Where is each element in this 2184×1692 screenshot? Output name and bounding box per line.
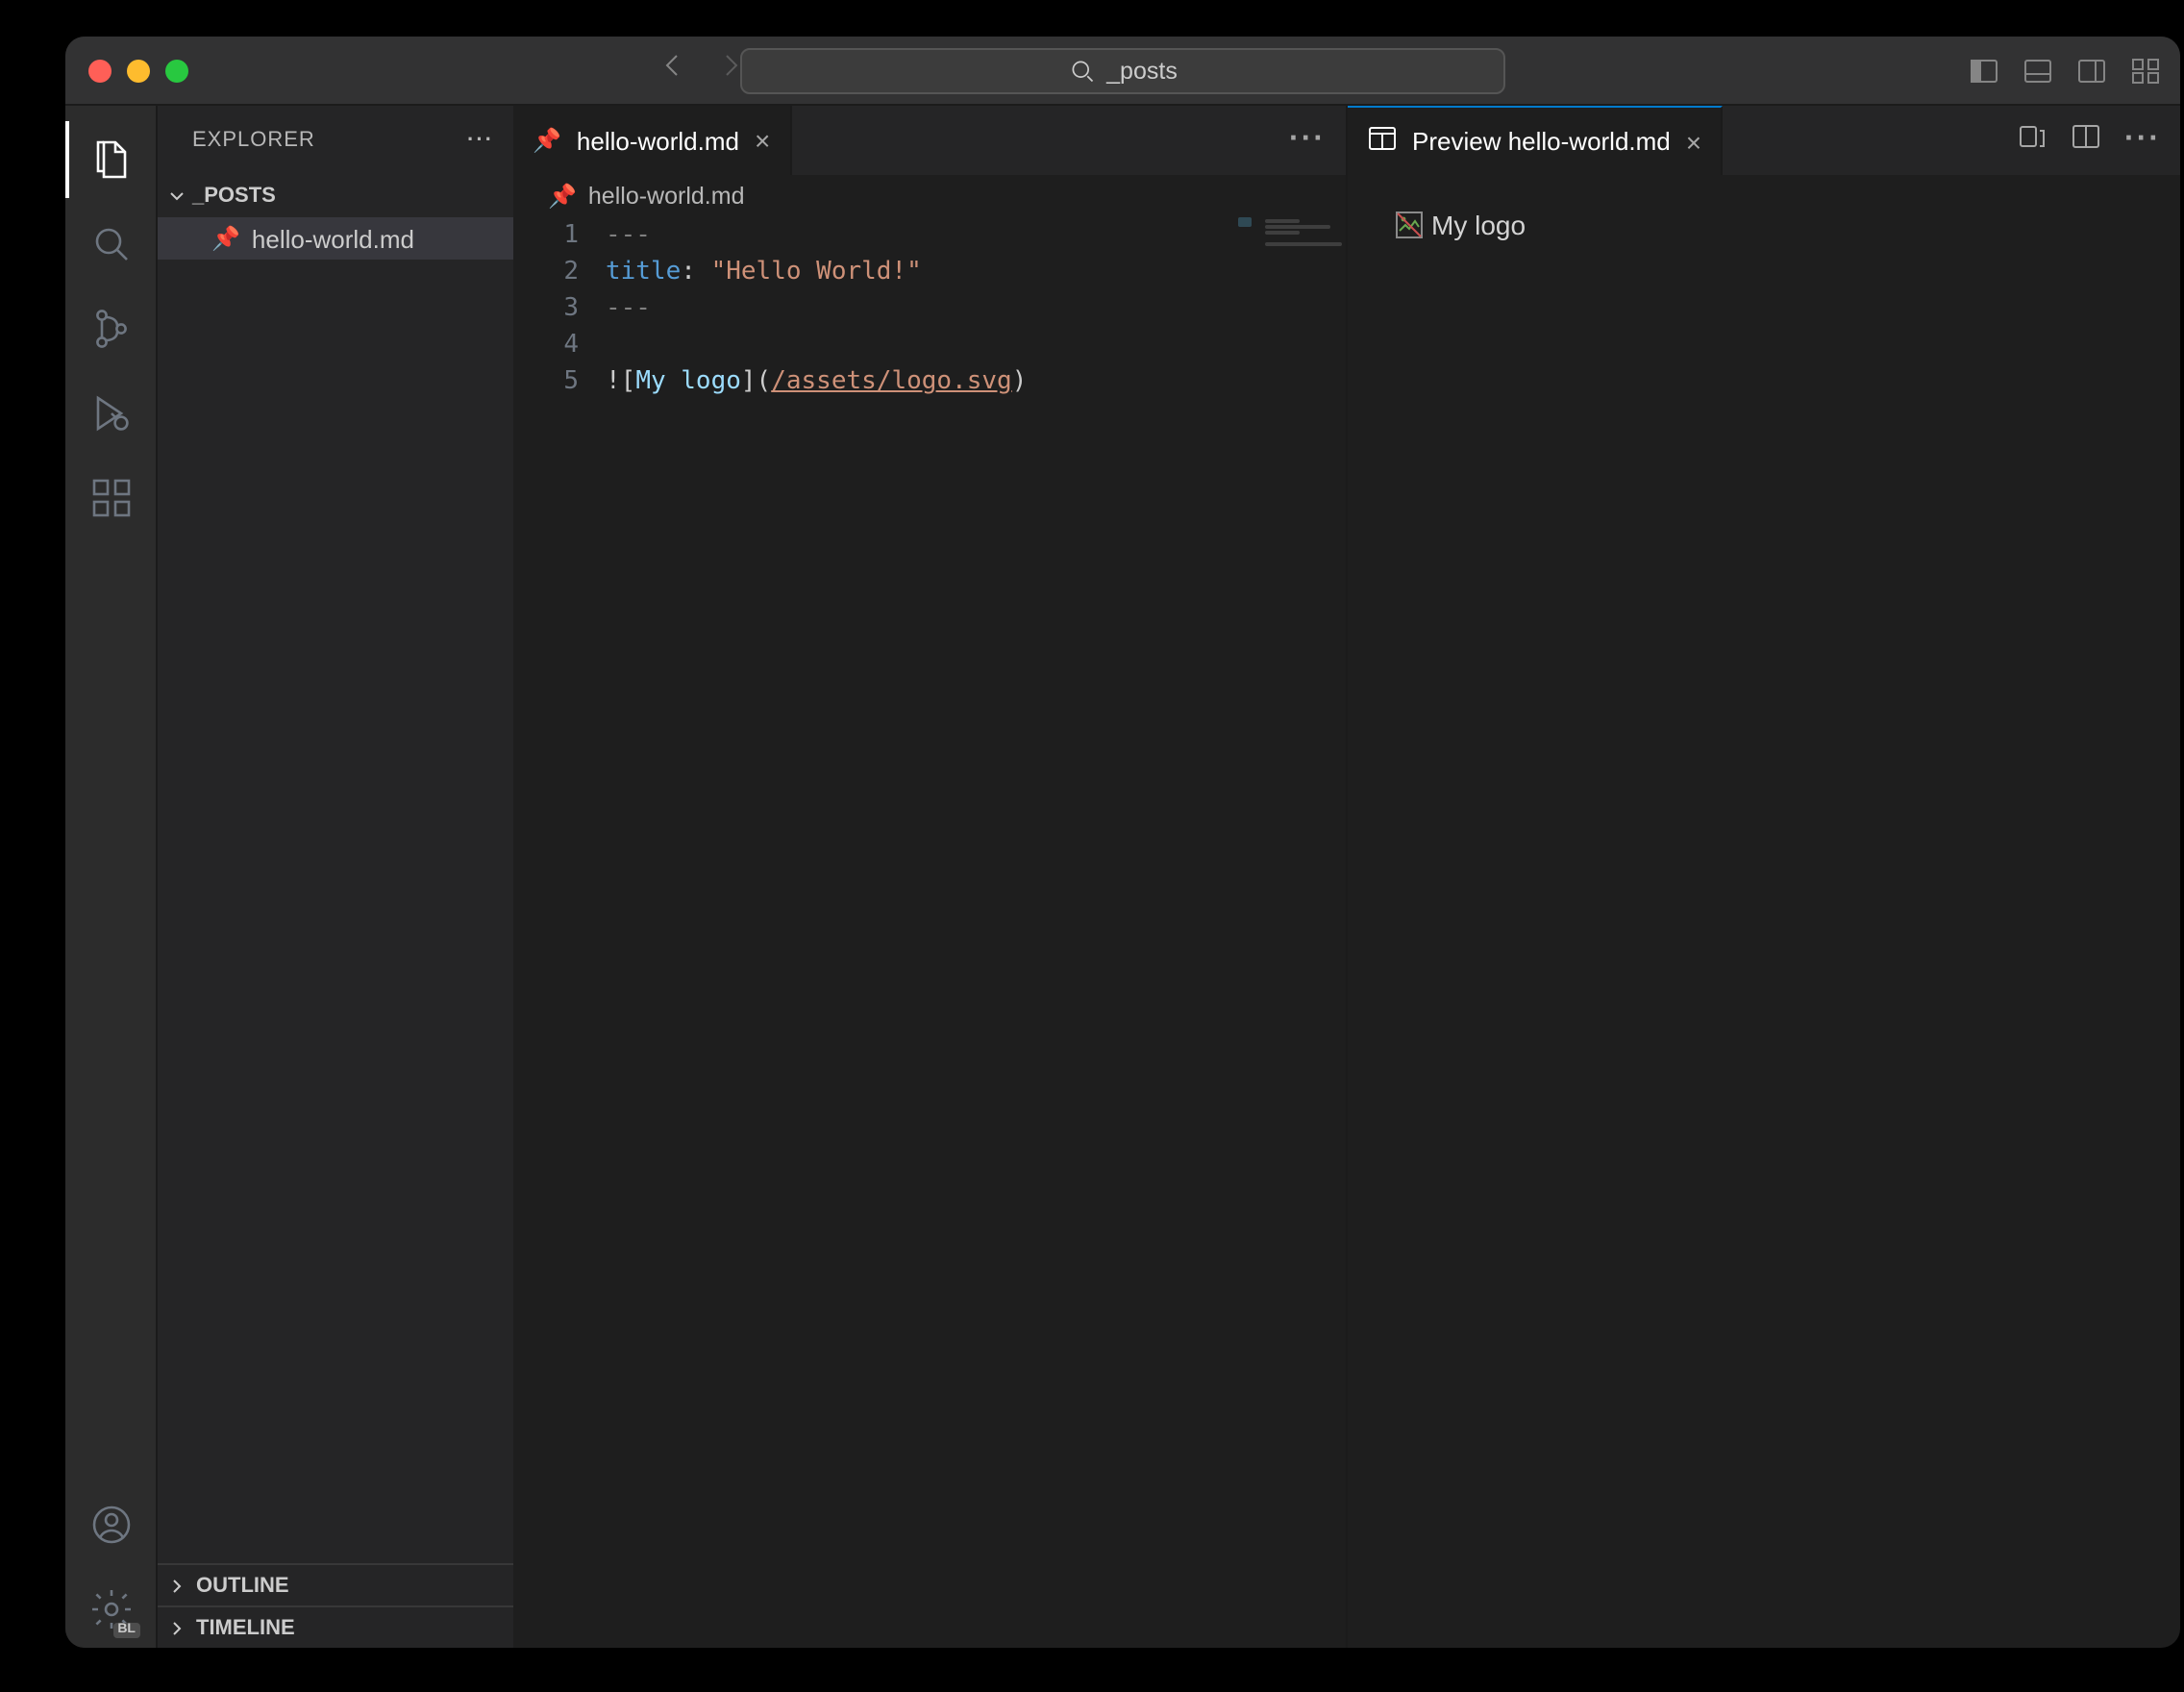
search-icon [1068,57,1095,84]
explorer-more-icon[interactable]: ··· [467,129,494,152]
nav-arrows [658,50,746,90]
explorer-title: EXPLORER [192,129,315,152]
outline-section[interactable]: OUTLINE [158,1563,513,1605]
activity-bar: BL [65,106,158,1648]
tab-bar-left: 📌 hello-world.md × ··· [513,106,1345,175]
activity-source-control[interactable] [65,290,157,367]
file-row[interactable]: 📌 hello-world.md [158,217,513,260]
broken-image-alt: My logo [1431,210,1526,240]
activity-explorer[interactable] [65,121,157,198]
vscode-window: _posts [65,37,2180,1648]
timeline-section[interactable]: TIMELINE [158,1605,513,1648]
file-name: hello-world.md [252,224,414,253]
editor-more-icon[interactable]: ··· [2124,123,2161,158]
editor-pane-preview: Preview hello-world.md × ··· [1347,106,2180,1648]
window-minimize-button[interactable] [127,59,150,82]
toggle-panel-icon[interactable] [2023,55,2053,86]
search-text: _posts [1106,57,1178,84]
layout-controls [1969,55,2161,86]
chevron-down-icon [165,185,188,208]
preview-icon [1366,123,1397,160]
folder-header[interactable]: _POSTS [158,175,513,217]
activity-extensions[interactable] [65,460,157,536]
window-close-button[interactable] [88,59,112,82]
activity-accounts[interactable] [65,1486,157,1563]
editor-more-icon[interactable]: ··· [1289,123,1326,158]
settings-badge: BL [113,1623,139,1638]
broken-image: My logo [1393,210,1526,240]
tab-label: Preview hello-world.md [1412,127,1671,156]
customize-layout-icon[interactable] [2130,55,2161,86]
tab-bar-right: Preview hello-world.md × ··· [1347,106,2180,175]
broken-image-icon [1393,210,1424,240]
window-maximize-button[interactable] [165,59,188,82]
line-number-gutter: 12345 [513,217,606,1648]
nav-back-button[interactable] [658,50,688,90]
markdown-file-icon: 📌 [211,225,240,252]
chevron-right-icon [165,1574,188,1597]
timeline-label: TIMELINE [196,1616,295,1639]
command-center-search[interactable]: _posts [740,47,1505,93]
editor-area: 📌 hello-world.md × ··· 📌 hello-world.md … [513,106,2180,1648]
markdown-file-icon: 📌 [548,183,577,210]
close-icon[interactable]: × [755,127,770,154]
toggle-primary-sidebar-icon[interactable] [1969,55,1999,86]
outline-label: OUTLINE [196,1574,289,1597]
split-editor-icon[interactable] [2071,120,2101,161]
minimap[interactable] [1229,217,1345,256]
toggle-secondary-sidebar-icon[interactable] [2076,55,2107,86]
activity-settings[interactable]: BL [65,1571,157,1648]
tab-label: hello-world.md [577,126,739,155]
show-source-icon[interactable] [2017,120,2048,161]
close-icon[interactable]: × [1686,128,1701,155]
tab-hello-world[interactable]: 📌 hello-world.md × [513,106,791,175]
code-content[interactable]: ---title: "Hello World!"--- ![My logo](/… [606,217,1345,1648]
markdown-file-icon: 📌 [533,127,561,154]
breadcrumb-file: hello-world.md [588,183,745,210]
code-editor[interactable]: 12345 ---title: "Hello World!"--- ![My l… [513,217,1345,1648]
breadcrumb[interactable]: 📌 hello-world.md [513,175,1345,217]
window-controls [88,59,188,82]
chevron-right-icon [165,1616,188,1639]
markdown-preview[interactable]: My logo [1347,175,2180,1648]
explorer-sidebar: EXPLORER ··· _POSTS 📌 hello-world.md OUT… [158,106,513,1648]
folder-name: _POSTS [192,185,276,208]
activity-run-debug[interactable] [65,375,157,452]
title-bar: _posts [65,37,2180,106]
activity-search[interactable] [65,206,157,283]
tab-preview[interactable]: Preview hello-world.md × [1347,106,1723,175]
editor-pane-source: 📌 hello-world.md × ··· 📌 hello-world.md … [513,106,1347,1648]
